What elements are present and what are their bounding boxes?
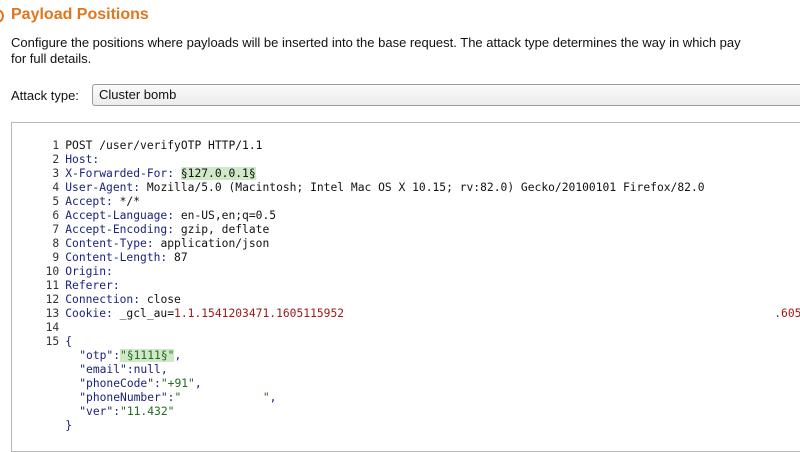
json-line: } xyxy=(38,405,72,432)
json-line: "phoneCode":"+91", xyxy=(79,377,202,390)
editor-line: 11 Referer: xyxy=(12,265,120,292)
description-line-1: Configure the positions where payloads w… xyxy=(11,35,741,50)
editor-line: 12 Connection: close xyxy=(12,279,181,306)
attack-type-label: Attack type: xyxy=(11,88,79,103)
request-editor[interactable]: 1 POST /user/verifyOTP HTTP/1.1 2 Host: 3X… xyxy=(11,122,800,452)
editor-line: 5 Accept: */* xyxy=(12,181,140,208)
header-value: 87 xyxy=(167,251,188,264)
editor-line: 6 Accept-Language: en-US,en;q=0.5 xyxy=(12,195,276,222)
editor-line: 2 Host: xyxy=(12,139,99,166)
editor-line: 1 POST /user/verifyOTP HTTP/1.1 xyxy=(12,125,262,152)
editor-line: 15{ xyxy=(12,321,72,348)
cookie-value: 1.1.1541203471.1605115952 xyxy=(174,307,345,320)
editor-line: 3 X-Forwarded-For: §127.0.0.1§ xyxy=(12,153,256,180)
editor-line: 8 Content-Type: application/json xyxy=(12,223,269,250)
editor-line: 13 Cookie: _gcl_au=1.1.1541203471.1605115… xyxy=(12,293,344,320)
page-title: Payload Positions xyxy=(11,6,149,23)
json-line: "otp":"§1111§", xyxy=(79,349,182,362)
json-key: "ver": xyxy=(79,405,121,418)
json-value: " " xyxy=(174,391,270,404)
editor-line: 14 xyxy=(12,307,60,334)
description: Configure the positions where payloads w… xyxy=(11,35,800,67)
cookie-value-tail: .605115 xyxy=(774,307,800,320)
json-line: "phoneNumber":" ", xyxy=(79,391,277,404)
help-icon[interactable] xyxy=(0,9,4,23)
json-line: "email":null, xyxy=(52,349,167,376)
json-line: "ver":"11.432" xyxy=(52,391,174,418)
editor-line: 10 Origin: xyxy=(12,251,113,278)
payload-positions-header: Payload Positions Configure the position… xyxy=(0,0,800,112)
description-line-2: for full details. xyxy=(11,51,92,66)
json-value: "11.432" xyxy=(120,405,175,418)
editor-line-continuation: .605115 xyxy=(747,293,800,320)
editor-line: 9 Content-Length: 87 xyxy=(12,237,187,264)
header-name: Cookie: xyxy=(65,307,113,320)
header-value: _gcl_au= xyxy=(112,307,175,320)
attack-type-select[interactable]: Cluster bomb xyxy=(92,84,800,106)
editor-line: 4 User-Agent: Mozilla/5.0 (Macintosh; Int… xyxy=(12,167,704,194)
editor-line: 7 Accept-Encoding: gzip, deflate xyxy=(12,209,269,236)
header-value: Mozilla/5.0 (Macintosh; Intel Mac OS X 1… xyxy=(140,181,705,194)
close-brace: } xyxy=(65,419,73,432)
